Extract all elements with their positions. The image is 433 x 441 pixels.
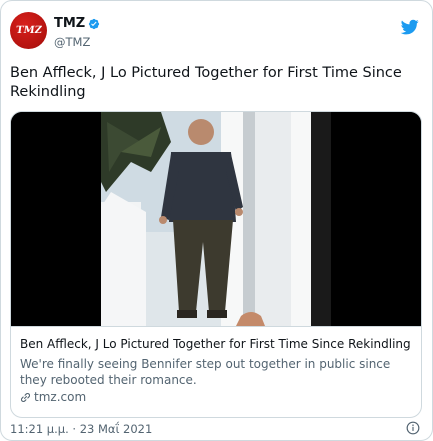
card-domain[interactable]: tmz.com: [20, 390, 86, 404]
avatar-logo: TMZ: [14, 25, 43, 36]
card-description: We're finally seeing Bennifer step out t…: [20, 357, 391, 387]
author-name-row: TMZ: [54, 16, 100, 31]
link-card[interactable]: Ben Affleck, J Lo Pictured Together for …: [10, 111, 422, 418]
tweet-timestamp[interactable]: 11:21 μ.μ. · 23 Μαΐ 2021: [10, 422, 152, 436]
card-info[interactable]: Ben Affleck, J Lo Pictured Together for …: [11, 326, 421, 417]
verified-badge-icon: [89, 18, 100, 29]
link-icon: [21, 392, 30, 402]
info-icon[interactable]: [406, 421, 420, 435]
tweet-embed: TMZ TMZ @TMZ Ben Affleck, J Lo Pictured …: [0, 0, 433, 441]
card-title: Ben Affleck, J Lo Pictured Together for …: [20, 337, 411, 351]
avatar[interactable]: TMZ: [10, 12, 47, 49]
card-photo: [11, 112, 421, 326]
author-handle[interactable]: @TMZ: [54, 35, 90, 49]
card-image[interactable]: [11, 112, 421, 326]
card-domain-text: tmz.com: [34, 390, 87, 404]
display-name[interactable]: TMZ: [54, 16, 85, 31]
tweet-text: Ben Affleck, J Lo Pictured Together for …: [10, 65, 402, 100]
twitter-bird-icon[interactable]: [401, 18, 419, 36]
